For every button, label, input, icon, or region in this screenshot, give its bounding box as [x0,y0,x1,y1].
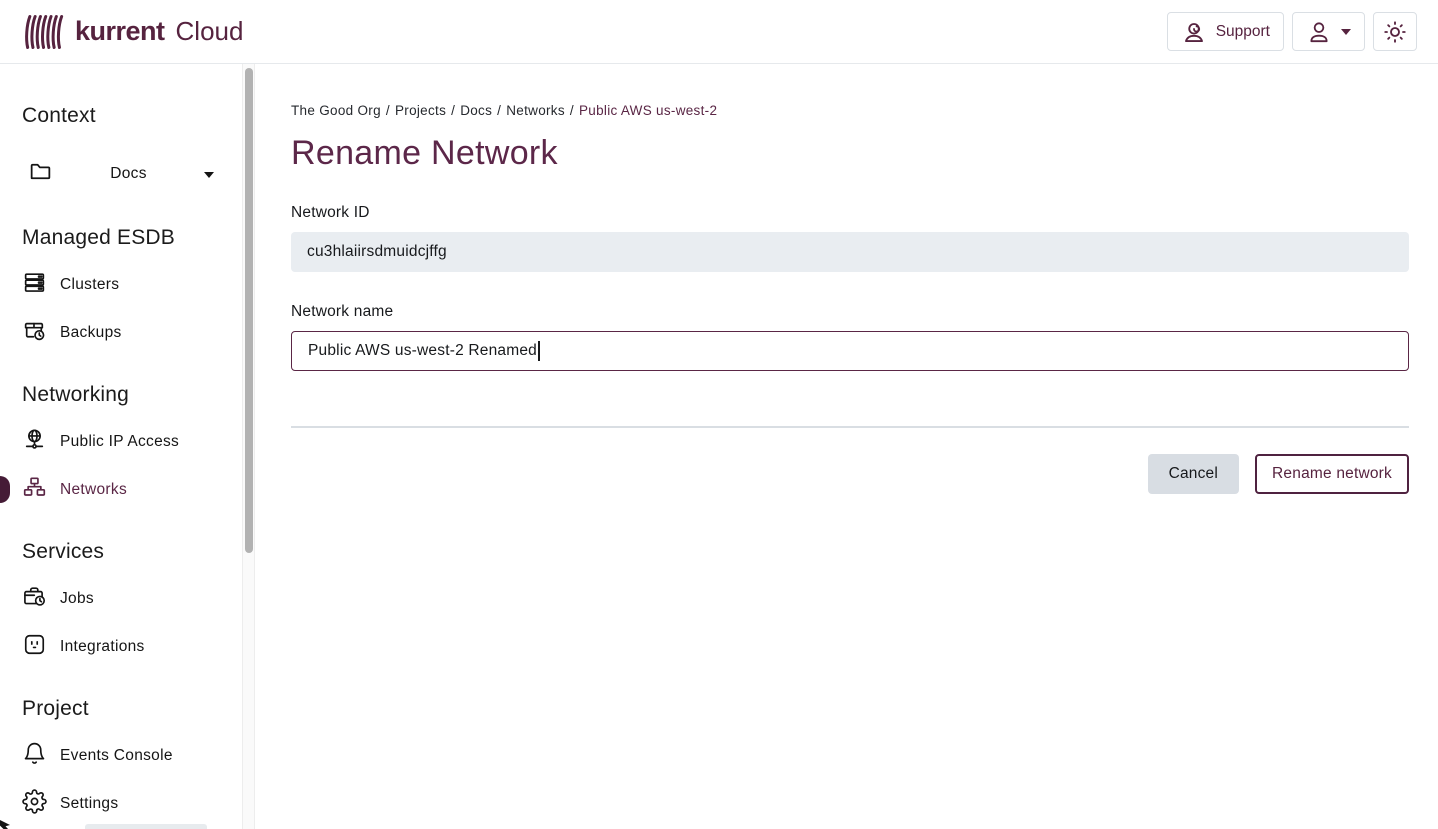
network-id-field: cu3hlaiirsdmuidcjffg [291,232,1409,272]
sidebar-scrollbar-track [242,64,255,829]
backups-icon [22,318,47,348]
breadcrumb-separator: / [451,103,455,118]
main-content: The Good Org / Projects / Docs / Networks / Publ… [255,64,1438,829]
support-label: Support [1216,23,1270,41]
section-heading-networking: Networking [22,383,242,407]
sidebar: Context Docs Managed ESDB [0,64,242,829]
breadcrumb-separator: / [497,103,501,118]
network-name-input[interactable]: Public AWS us-west-2 Renamed [291,331,1409,371]
section-heading-services: Services [22,540,242,564]
sidebar-item-backups[interactable]: Backups [22,319,242,346]
sun-icon [1382,19,1408,45]
user-icon [1306,19,1332,45]
sidebar-item-events-console[interactable]: Events Console [22,742,242,769]
sidebar-item-jobs[interactable]: Jobs [22,585,242,612]
breadcrumb-separator: / [570,103,574,118]
active-item-indicator [0,476,10,503]
gear-icon [22,789,47,819]
breadcrumb-separator: / [386,103,390,118]
breadcrumb-item-networks[interactable]: Networks [506,103,565,118]
theme-toggle-button[interactable] [1373,12,1417,51]
network-name-label: Network name [291,303,1409,321]
header: kurrent Cloud Support [0,0,1438,64]
clusters-icon [22,270,47,300]
mouse-cursor [0,820,10,829]
brand-suffix: Cloud [176,16,244,47]
section-heading-project: Project [22,697,242,721]
brand-logo[interactable]: kurrent Cloud [22,14,243,50]
section-heading-managed-esdb: Managed ESDB [22,226,242,250]
text-cursor [538,341,540,361]
form-divider [291,426,1409,428]
sitemap-icon [22,475,47,505]
breadcrumb: The Good Org / Projects / Docs / Networks / Publ… [291,103,1409,118]
sidebar-item-settings[interactable]: Settings [22,790,242,817]
breadcrumb-current: Public AWS us-west-2 [579,103,717,118]
support-button[interactable]: Support [1167,12,1284,51]
logo-waves-icon [22,14,66,50]
caret-down-icon [204,165,214,183]
chevron-down-icon [1341,29,1351,35]
network-id-label: Network ID [291,204,1409,222]
network-name-value: Public AWS us-west-2 Renamed [308,342,537,360]
sidebar-item-networks[interactable]: Networks [22,476,242,503]
cancel-button[interactable]: Cancel [1148,454,1239,494]
sidebar-item-public-ip-access[interactable]: Public IP Access [22,428,242,455]
bell-icon [22,741,47,771]
breadcrumb-item-org[interactable]: The Good Org [291,103,381,118]
breadcrumb-item-docs[interactable]: Docs [460,103,492,118]
brand-name: kurrent [75,16,165,47]
sidebar-item-clusters[interactable]: Clusters [22,271,242,298]
section-heading-context: Context [22,104,242,128]
context-selector[interactable]: Docs [28,159,214,189]
bottom-peek-bar [85,824,207,829]
context-selector-label: Docs [53,165,204,183]
user-menu-button[interactable] [1292,12,1365,51]
globe-stand-icon [22,427,47,457]
network-id-value: cu3hlaiirsdmuidcjffg [307,243,447,261]
support-agent-icon [1181,19,1207,45]
briefcase-clock-icon [22,584,47,614]
rename-network-button[interactable]: Rename network [1255,454,1409,494]
page-title: Rename Network [291,134,1409,173]
breadcrumb-item-projects[interactable]: Projects [395,103,446,118]
outlet-icon [22,632,47,662]
sidebar-scrollbar-thumb[interactable] [245,68,253,553]
sidebar-item-integrations[interactable]: Integrations [22,633,242,660]
folder-icon [28,159,53,189]
